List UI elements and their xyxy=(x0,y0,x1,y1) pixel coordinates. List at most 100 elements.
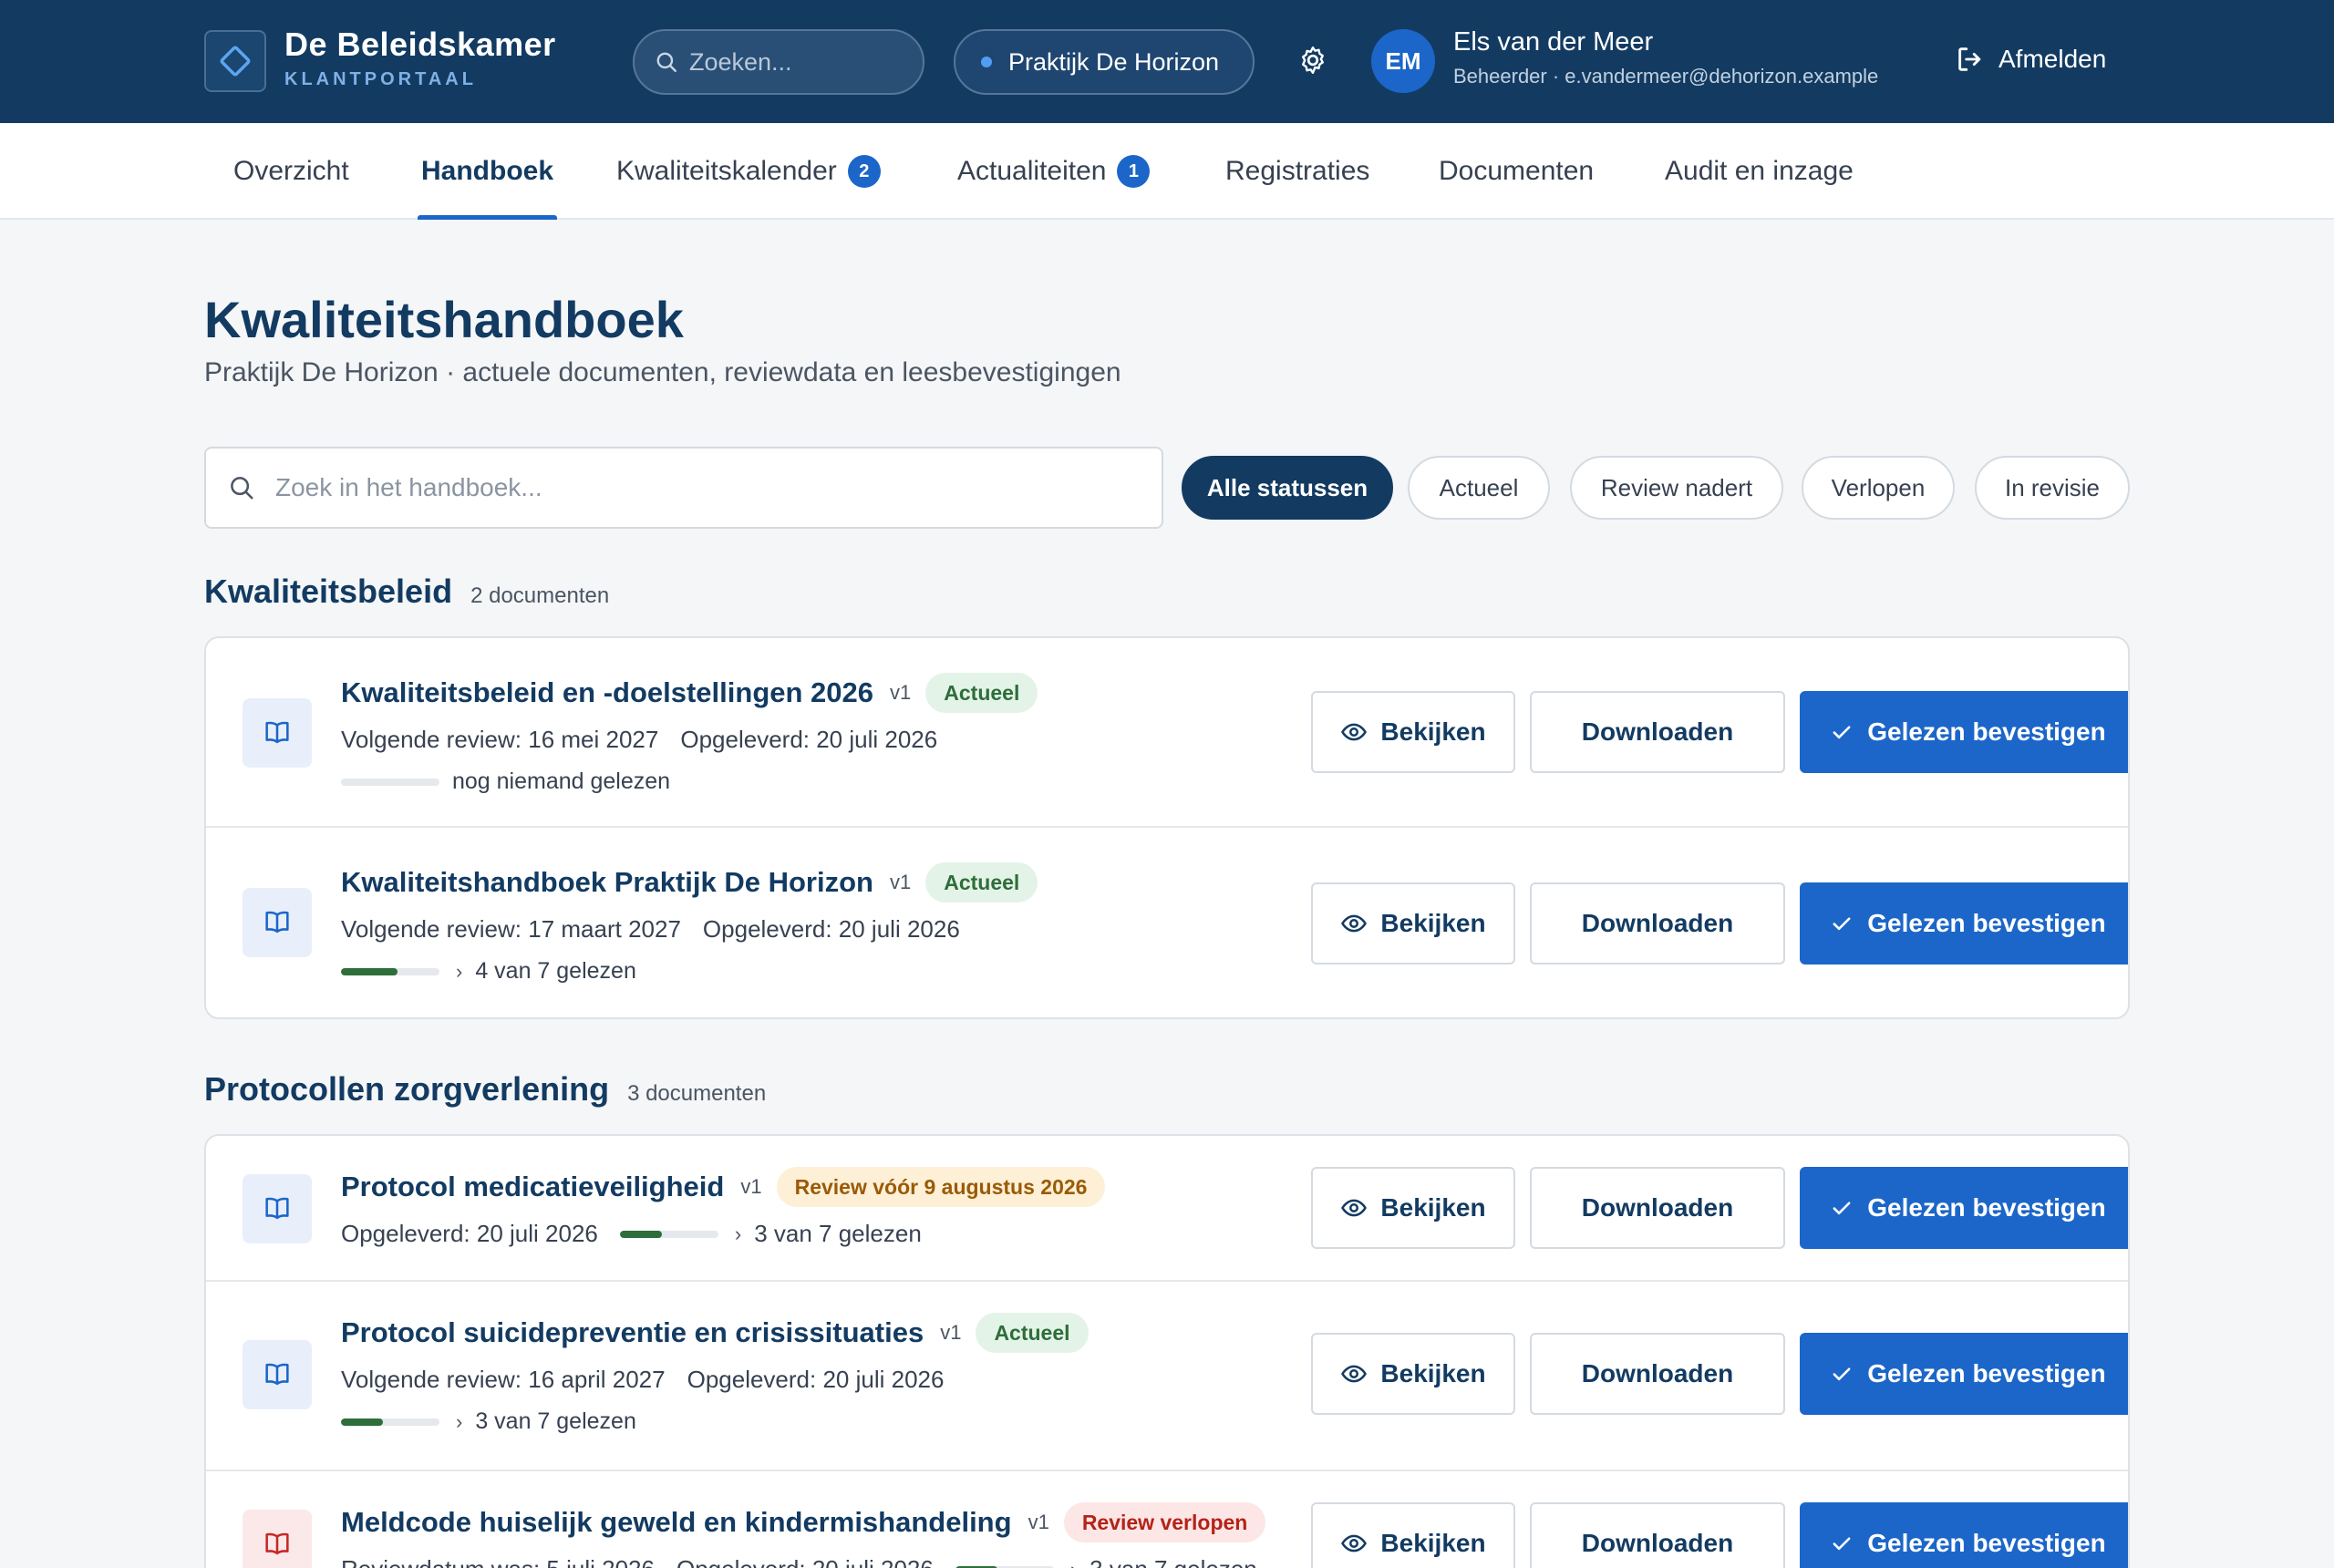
diamond-icon xyxy=(220,46,251,77)
settings-button[interactable] xyxy=(1296,44,1329,77)
document-info: Kwaliteitsbeleid en -doelstellingen 2026… xyxy=(341,673,1038,795)
tab-kwaliteitskalender[interactable]: Kwaliteitskalender 2 xyxy=(613,123,884,220)
tab-audit-en-inzage[interactable]: Audit en inzage xyxy=(1661,123,1857,220)
document-title[interactable]: Protocol suicidepreventie en crisissitua… xyxy=(341,1316,924,1349)
review-date: Volgende review: 16 april 2027 xyxy=(341,1366,666,1393)
practice-selector[interactable]: Praktijk De Horizon xyxy=(954,29,1255,95)
tab-label: Kwaliteitskalender xyxy=(616,156,837,186)
delivered-date: Opgeleverd: 20 juli 2026 xyxy=(702,915,960,943)
filter-alle-statussen[interactable]: Alle statussen xyxy=(1182,456,1393,520)
read-progress-bar xyxy=(341,1418,439,1426)
tab-label: Documenten xyxy=(1439,156,1595,186)
review-date: Reviewdatum was: 5 juli 2026 xyxy=(341,1555,655,1568)
filter-in-revisie[interactable]: In revisie xyxy=(1975,456,2130,520)
handbook-search-input[interactable] xyxy=(275,473,1096,502)
view-button[interactable]: Bekijken xyxy=(1311,1167,1515,1249)
practice-status-dot xyxy=(981,57,992,67)
filter-verlopen[interactable]: Verlopen xyxy=(1802,456,1955,520)
tab-actualiteiten[interactable]: Actualiteiten 1 xyxy=(954,123,1153,220)
tab-label: Actualiteiten xyxy=(957,156,1107,186)
avatar[interactable]: EM xyxy=(1371,29,1435,93)
filter-actueel[interactable]: Actueel xyxy=(1408,456,1550,520)
section-name: Protocollen zorgverlening xyxy=(204,1070,610,1108)
document-list: Kwaliteitsbeleid en -doelstellingen 2026… xyxy=(204,636,2130,1019)
document-title[interactable]: Meldcode huiselijk geweld en kindermisha… xyxy=(341,1506,1012,1539)
book-icon xyxy=(243,698,312,768)
tab-label: Overzicht xyxy=(233,156,349,186)
section-title: Protocollen zorgverlening 3 documenten xyxy=(204,1070,766,1109)
brand: De Beleidskamer KLANTPORTAAL xyxy=(284,26,556,90)
document-title[interactable]: Kwaliteitshandboek Praktijk De Horizon xyxy=(341,866,873,899)
document-row: Kwaliteitshandboek Praktijk De Horizon v… xyxy=(206,828,2128,1017)
eye-icon xyxy=(1341,723,1368,741)
tab-handboek[interactable]: Handboek xyxy=(418,123,558,220)
tab-documenten[interactable]: Documenten xyxy=(1435,123,1597,220)
download-button[interactable]: Downloaden xyxy=(1530,1167,1785,1249)
confirm-read-button[interactable]: Gelezen bevestigen xyxy=(1800,1333,2128,1415)
confirm-read-button[interactable]: Gelezen bevestigen xyxy=(1800,1167,2128,1249)
view-button[interactable]: Bekijken xyxy=(1311,1502,1515,1568)
status-badge: Actueel xyxy=(925,862,1038,903)
review-date: Volgende review: 16 mei 2027 xyxy=(341,726,659,753)
download-button[interactable]: Downloaden xyxy=(1530,1333,1785,1415)
logout-button[interactable]: Afmelden xyxy=(1955,44,2106,75)
brand-name: De Beleidskamer xyxy=(284,26,556,63)
status-badge: Actueel xyxy=(925,673,1038,713)
view-button[interactable]: Bekijken xyxy=(1311,1333,1515,1415)
document-title[interactable]: Kwaliteitsbeleid en -doelstellingen 2026 xyxy=(341,676,873,709)
tab-overzicht[interactable]: Overzicht xyxy=(230,123,353,220)
user-name: Els van der Meer xyxy=(1453,27,1654,57)
section-title: Kwaliteitsbeleid 2 documenten xyxy=(204,573,609,611)
view-button[interactable]: Bekijken xyxy=(1311,691,1515,773)
chevron-right-icon[interactable]: › xyxy=(1070,1558,1077,1568)
view-button[interactable]: Bekijken xyxy=(1311,882,1515,965)
confirm-read-button[interactable]: Gelezen bevestigen xyxy=(1800,691,2128,773)
check-icon xyxy=(1833,917,1851,931)
download-button[interactable]: Downloaden xyxy=(1530,1502,1785,1568)
confirm-read-button[interactable]: Gelezen bevestigen xyxy=(1800,1502,2128,1568)
confirm-read-button[interactable]: Gelezen bevestigen xyxy=(1800,882,2128,965)
check-icon xyxy=(1833,1367,1851,1381)
download-button[interactable]: Downloaden xyxy=(1530,882,1785,965)
read-status: 3 van 7 gelezen xyxy=(754,1220,922,1247)
handbook-search[interactable] xyxy=(204,447,1163,529)
read-status: 4 van 7 gelezen xyxy=(475,958,636,984)
check-icon xyxy=(1833,1537,1851,1551)
global-search[interactable] xyxy=(633,29,924,95)
filter-review-nadert[interactable]: Review nadert xyxy=(1570,456,1783,520)
section-count: 2 documenten xyxy=(470,583,610,608)
button-label: Bekijken xyxy=(1380,1529,1486,1557)
chevron-right-icon[interactable]: › xyxy=(735,1222,741,1246)
document-version: v1 xyxy=(890,681,912,704)
read-status: 3 van 7 gelezen xyxy=(1090,1555,1257,1568)
button-label: Bekijken xyxy=(1380,717,1486,746)
document-list: Protocol medicatieveiligheid v1 Review v… xyxy=(204,1134,2130,1568)
button-label: Gelezen bevestigen xyxy=(1867,1529,2106,1557)
document-row: Protocol suicidepreventie en crisissitua… xyxy=(206,1282,2128,1471)
document-title[interactable]: Protocol medicatieveiligheid xyxy=(341,1171,724,1203)
delivered-date: Opgeleverd: 20 juli 2026 xyxy=(680,726,938,753)
document-version: v1 xyxy=(1028,1511,1049,1533)
delivered-date: Opgeleverd: 20 juli 2026 xyxy=(676,1555,934,1568)
main-nav: Overzicht Handboek Kwaliteitskalender 2 A… xyxy=(0,123,2334,220)
tab-label: Registraties xyxy=(1225,156,1370,186)
brand-logo[interactable] xyxy=(204,30,266,92)
button-label: Bekijken xyxy=(1380,1193,1486,1222)
button-label: Gelezen bevestigen xyxy=(1867,1359,2106,1387)
download-button[interactable]: Downloaden xyxy=(1530,691,1785,773)
logout-icon xyxy=(1958,47,1981,71)
chevron-right-icon[interactable]: › xyxy=(456,960,462,984)
user-info: Els van der Meer Beheerder · e.vandermee… xyxy=(1453,27,1878,88)
chevron-right-icon[interactable]: › xyxy=(456,1410,462,1434)
document-info: Meldcode huiselijk geweld en kindermisha… xyxy=(341,1502,1266,1568)
count-badge: 2 xyxy=(847,155,881,188)
document-row: Protocol medicatieveiligheid v1 Review v… xyxy=(206,1136,2128,1282)
page-subtitle: Praktijk De Horizon · actuele documenten… xyxy=(204,357,1121,387)
global-search-input[interactable] xyxy=(689,47,908,77)
read-progress-bar xyxy=(341,967,439,975)
page-title: Kwaliteitshandboek xyxy=(204,291,684,348)
document-version: v1 xyxy=(940,1321,962,1344)
tab-registraties[interactable]: Registraties xyxy=(1222,123,1373,220)
button-label: Gelezen bevestigen xyxy=(1867,1193,2106,1222)
read-progress-bar xyxy=(619,1230,718,1238)
